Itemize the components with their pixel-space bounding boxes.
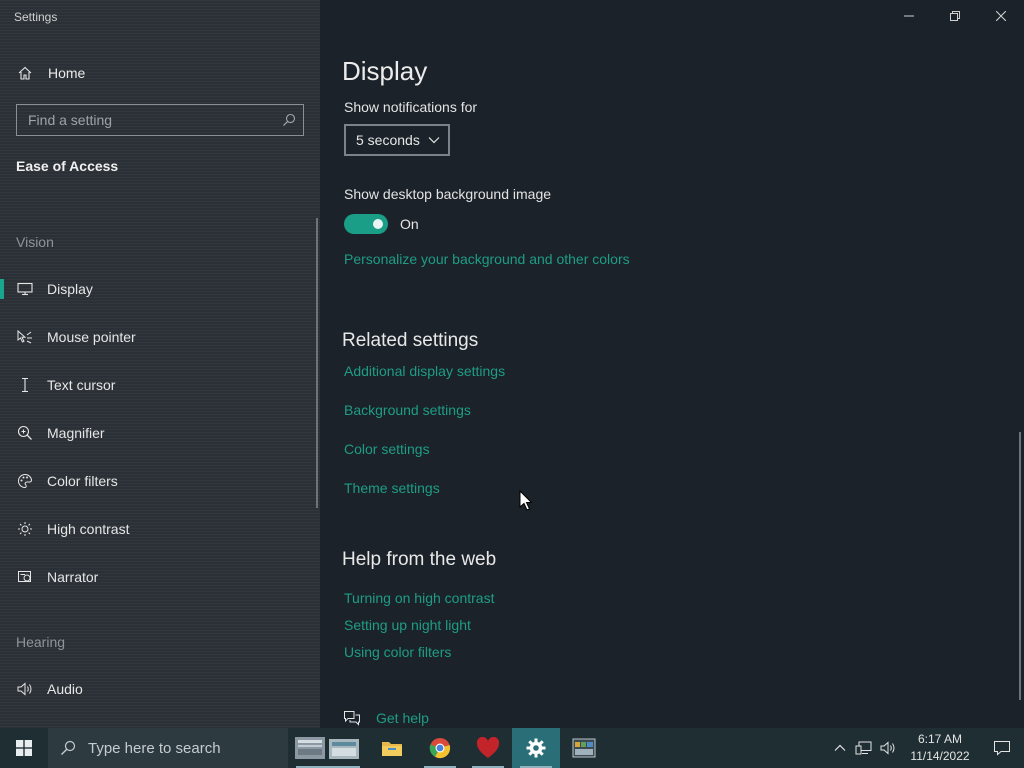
page-title: Display (342, 56, 428, 86)
text-cursor-icon (16, 376, 34, 394)
action-center-button[interactable] (980, 728, 1024, 768)
sidebar-item-color-filters[interactable]: Color filters (0, 463, 318, 499)
sidebar-item-label: Magnifier (47, 425, 105, 441)
windows-logo-icon (16, 740, 32, 756)
taskbar-search-box[interactable]: Type here to search (48, 728, 288, 768)
chrome-button[interactable] (416, 728, 464, 768)
close-button[interactable] (978, 0, 1024, 32)
sidebar-item-label: Text cursor (47, 377, 116, 393)
sidebar-item-label: Color filters (47, 473, 118, 489)
start-button[interactable] (0, 728, 48, 768)
taskbar-search-placeholder: Type here to search (88, 739, 221, 757)
heart-app-button[interactable] (464, 728, 512, 768)
sidebar-item-label: Audio (47, 681, 83, 697)
notifications-label: Show notifications for (344, 99, 478, 115)
color-settings-link[interactable]: Color settings (344, 441, 430, 457)
sun-icon (16, 520, 34, 538)
sidebar-item-high-contrast[interactable]: High contrast (0, 511, 318, 547)
network-button[interactable] (852, 728, 876, 768)
show-hidden-icons-button[interactable] (828, 728, 852, 768)
chevron-up-icon (834, 744, 846, 751)
media-app-icon (572, 738, 596, 758)
find-setting-input[interactable] (17, 105, 275, 135)
main-content: Display Show notifications for 5 seconds… (320, 0, 1024, 728)
settings-icon (526, 738, 546, 758)
active-indicator (0, 279, 4, 299)
clock-date: 11/14/2022 (910, 749, 970, 763)
sidebar-item-audio[interactable]: Audio (0, 671, 318, 707)
background-image-label: Show desktop background image (344, 186, 552, 202)
window-controls (886, 0, 1024, 32)
settings-taskbar-button[interactable] (512, 728, 560, 768)
taskbar: Type here to search 6:17 AM 11/14/2022 (0, 728, 1024, 768)
toggle-knob (373, 219, 383, 229)
clock-time: 6:17 AM (917, 732, 963, 746)
task-view-icon (295, 737, 359, 759)
search-icon (48, 740, 88, 756)
theme-settings-link[interactable]: Theme settings (344, 480, 440, 496)
network-icon (855, 741, 872, 755)
sidebar-item-mouse-pointer[interactable]: Mouse pointer (0, 319, 318, 355)
sidebar-item-label: Display (47, 281, 93, 297)
file-explorer-icon (382, 742, 402, 756)
restore-icon (950, 11, 960, 21)
chrome-icon (429, 738, 451, 759)
minimize-button[interactable] (886, 0, 932, 32)
narrator-icon (16, 568, 34, 586)
magnifier-icon (16, 424, 34, 442)
sidebar-item-text-cursor[interactable]: Text cursor (0, 367, 318, 403)
additional-display-settings-link[interactable]: Additional display settings (344, 363, 505, 379)
dropdown-value: 5 seconds (356, 132, 420, 148)
volume-icon (880, 741, 895, 755)
mouse-cursor-icon (519, 490, 533, 511)
home-label: Home (48, 65, 86, 81)
main-scrollbar[interactable] (1019, 432, 1021, 700)
monitor-icon (16, 280, 34, 298)
sidebar-item-label: Mouse pointer (47, 329, 136, 345)
related-settings-heading: Related settings (342, 330, 479, 351)
speaker-icon (16, 680, 34, 698)
minimize-icon (904, 15, 914, 17)
hearing-group-label: Hearing (16, 634, 66, 650)
app-title: Settings (14, 10, 58, 24)
system-tray: 6:17 AM 11/14/2022 (828, 728, 1024, 768)
palette-icon (16, 472, 34, 490)
notifications-duration-dropdown[interactable]: 5 seconds (344, 124, 450, 156)
sidebar: Settings Home Ease of Access Vision Disp… (0, 0, 320, 728)
personalize-link[interactable]: Personalize your background and other co… (344, 251, 630, 267)
sidebar-item-label: Narrator (47, 569, 99, 585)
get-help-link[interactable]: Get help (342, 708, 429, 728)
background-image-toggle[interactable] (344, 214, 388, 234)
vision-group-label: Vision (16, 234, 54, 250)
find-setting-box[interactable] (16, 104, 304, 136)
task-view-button[interactable] (288, 728, 368, 768)
sidebar-item-display[interactable]: Display (0, 271, 318, 307)
get-help-label: Get help (376, 710, 429, 726)
search-icon[interactable] (275, 105, 303, 135)
background-settings-link[interactable]: Background settings (344, 402, 471, 418)
sidebar-item-narrator[interactable]: Narrator (0, 559, 318, 595)
sidebar-item-label: High contrast (47, 521, 130, 537)
using-color-filters-link[interactable]: Using color filters (344, 644, 451, 660)
notification-icon (994, 741, 1010, 756)
clock[interactable]: 6:17 AM 11/14/2022 (900, 731, 980, 765)
home-nav-item[interactable]: Home (16, 62, 85, 84)
volume-button[interactable] (876, 728, 900, 768)
restore-button[interactable] (932, 0, 978, 32)
home-icon (16, 64, 34, 82)
setting-up-night-light-link[interactable]: Setting up night light (344, 617, 471, 633)
section-title: Ease of Access (16, 158, 119, 174)
help-from-web-heading: Help from the web (342, 549, 497, 570)
sidebar-item-magnifier[interactable]: Magnifier (0, 415, 318, 451)
close-icon (996, 11, 1006, 21)
mouse-pointer-icon (16, 328, 34, 346)
toggle-state-text: On (400, 216, 419, 232)
file-explorer-button[interactable] (368, 728, 416, 768)
sidebar-scrollbar[interactable] (316, 218, 318, 508)
heart-app-icon (476, 737, 500, 758)
chat-help-icon (342, 708, 362, 728)
media-app-button[interactable] (560, 728, 608, 768)
chevron-down-icon (428, 137, 440, 144)
turning-on-high-contrast-link[interactable]: Turning on high contrast (344, 590, 494, 606)
